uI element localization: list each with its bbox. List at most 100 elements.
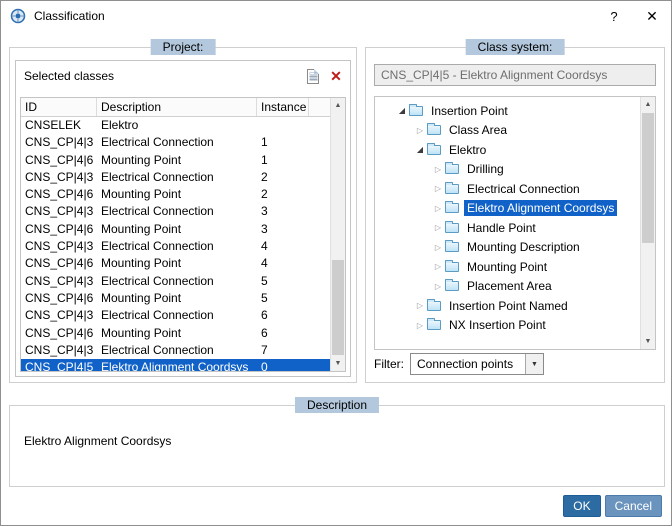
expand-icon[interactable]: ▷ [431, 223, 445, 232]
cell-description: Electrical Connection [97, 134, 257, 151]
project-group: Project: Selected classes ✕ ID Descripti… [9, 47, 357, 383]
scrollbar-thumb[interactable] [332, 260, 344, 355]
tree-item-label: Insertion Point [428, 103, 511, 119]
cell-description: Elektro Alignment Coordsys [97, 359, 257, 371]
tree-item[interactable]: ▷Mounting Point [375, 257, 640, 277]
expand-icon[interactable]: ▷ [413, 321, 427, 330]
scroll-down-icon[interactable]: ▼ [331, 356, 345, 371]
scroll-down-icon[interactable]: ▼ [641, 334, 655, 349]
expand-icon[interactable]: ▷ [431, 184, 445, 193]
table-row[interactable]: CNSELEKElektro [21, 117, 330, 134]
table-row[interactable]: CNS_CP|4|6Mounting Point2 [21, 186, 330, 203]
tree-item[interactable]: ▷Insertion Point Named [375, 296, 640, 316]
cell-instance: 3 [257, 203, 309, 220]
cell-instance: 5 [257, 290, 309, 307]
delete-icon[interactable]: ✕ [327, 67, 345, 85]
table-row[interactable]: CNS_CP|4|3Electrical Connection5 [21, 273, 330, 290]
class-system-group-label: Class system: [466, 39, 565, 55]
table-row[interactable]: CNS_CP|4|3Electrical Connection2 [21, 169, 330, 186]
tree-item[interactable]: ▷ Elektro Alignment Coordsys [375, 199, 640, 219]
cell-instance: 4 [257, 255, 309, 272]
cell-id: CNS_CP|4|3 [21, 342, 97, 359]
table-row[interactable]: CNS_CP|4|6Mounting Point3 [21, 221, 330, 238]
ok-button[interactable]: OK [563, 495, 600, 517]
collapse-icon[interactable]: ◢ [395, 106, 409, 115]
tree-item[interactable]: ▷NX Insertion Point [375, 316, 640, 336]
help-button[interactable]: ? [595, 1, 633, 31]
selected-class-field[interactable] [374, 64, 656, 86]
selected-classes-header: Selected classes ✕ [16, 61, 350, 93]
cell-description: Elektro [97, 117, 257, 134]
expand-icon[interactable]: ▷ [431, 204, 445, 213]
cell-instance: 3 [257, 221, 309, 238]
close-button[interactable]: ✕ [633, 1, 671, 31]
cell-description: Electrical Connection [97, 307, 257, 324]
folder-icon [427, 320, 441, 330]
table-row[interactable]: CNS_CP|4|3Electrical Connection4 [21, 238, 330, 255]
cell-instance: 1 [257, 152, 309, 169]
chevron-down-icon[interactable]: ▼ [525, 354, 543, 374]
scroll-up-icon[interactable]: ▲ [641, 97, 655, 112]
tree-item-label: Placement Area [464, 278, 555, 294]
tree-item[interactable]: ▷Class Area [375, 121, 640, 141]
expand-icon[interactable]: ▷ [431, 165, 445, 174]
class-system-group: Class system: ◢Insertion Point▷Class Are… [365, 47, 665, 383]
new-document-icon[interactable] [304, 67, 322, 85]
tree-item-label: Drilling [464, 161, 507, 177]
scrollbar-thumb[interactable] [642, 113, 654, 243]
cell-instance: 7 [257, 342, 309, 359]
tree-item[interactable]: ▷ Drilling [375, 160, 640, 180]
folder-icon [409, 106, 423, 116]
expand-icon[interactable]: ▷ [431, 282, 445, 291]
table-row[interactable]: CNS_CP|4|6Mounting Point5 [21, 290, 330, 307]
table-row[interactable]: CNS_CP|4|3Electrical Connection6 [21, 307, 330, 324]
table-row[interactable]: CNS_CP|4|5Elektro Alignment Coordsys0 [21, 359, 330, 371]
tree-item[interactable]: ▷ Placement Area [375, 277, 640, 297]
cell-description: Electrical Connection [97, 342, 257, 359]
table-row[interactable]: CNS_CP|4|6Mounting Point4 [21, 255, 330, 272]
table-row[interactable]: CNS_CP|4|6Mounting Point1 [21, 152, 330, 169]
folder-icon [427, 301, 441, 311]
cell-instance: 2 [257, 169, 309, 186]
document-glyph [307, 69, 319, 84]
tree-item-label: Elektro Alignment Coordsys [464, 200, 617, 216]
scroll-up-icon[interactable]: ▲ [331, 98, 345, 113]
tree-item[interactable]: ▷ Handle Point [375, 218, 640, 238]
cell-description: Mounting Point [97, 221, 257, 238]
table-row[interactable]: CNS_CP|4|3Electrical Connection3 [21, 203, 330, 220]
tree-item-label: Electrical Connection [464, 181, 583, 197]
table-scrollbar[interactable]: ▲ ▼ [330, 98, 345, 371]
expand-icon[interactable]: ▷ [431, 262, 445, 271]
table-row[interactable]: CNS_CP|4|3Electrical Connection7 [21, 342, 330, 359]
cell-description: Electrical Connection [97, 273, 257, 290]
cell-description: Mounting Point [97, 325, 257, 342]
column-header-id[interactable]: ID [21, 98, 97, 116]
column-header-instance[interactable]: Instance [257, 98, 309, 116]
expand-icon[interactable]: ▷ [413, 126, 427, 135]
classes-table-body: CNSELEKElektroCNS_CP|4|3Electrical Conne… [21, 117, 330, 371]
tree-item[interactable]: ◢ Insertion Point [375, 101, 640, 121]
cell-id: CNS_CP|4|3 [21, 134, 97, 151]
tree-item[interactable]: ▷ Electrical Connection [375, 179, 640, 199]
tree-item[interactable]: ▷Mounting Description [375, 238, 640, 258]
table-row[interactable]: CNS_CP|4|3Electrical Connection1 [21, 134, 330, 151]
expand-icon[interactable]: ▷ [413, 301, 427, 310]
tree-item[interactable]: ◢Elektro [375, 140, 640, 160]
cell-id: CNS_CP|4|3 [21, 203, 97, 220]
cancel-button[interactable]: Cancel [605, 495, 662, 517]
column-header-description[interactable]: Description [97, 98, 257, 116]
cell-id: CNS_CP|4|6 [21, 221, 97, 238]
tree-item-label: Handle Point [464, 220, 539, 236]
cell-id: CNS_CP|4|6 [21, 325, 97, 342]
cell-instance: 2 [257, 186, 309, 203]
folder-icon [445, 242, 459, 252]
class-tree-panel: ◢ Insertion Point ▷Class Area◢Elektro ▷ Dril… [374, 96, 656, 350]
filter-dropdown[interactable]: Connection points ▼ [410, 353, 544, 375]
cell-description: Electrical Connection [97, 203, 257, 220]
collapse-icon[interactable]: ◢ [413, 145, 427, 154]
expand-icon[interactable]: ▷ [431, 243, 445, 252]
table-row[interactable]: CNS_CP|4|6Mounting Point6 [21, 325, 330, 342]
tree-scrollbar[interactable]: ▲ ▼ [640, 97, 655, 349]
folder-icon [445, 281, 459, 291]
cell-instance: 4 [257, 238, 309, 255]
